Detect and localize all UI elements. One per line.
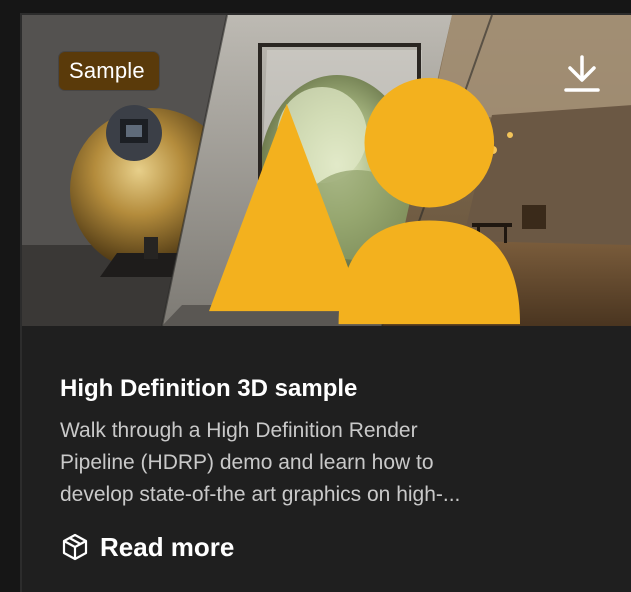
- sample-card[interactable]: Sample High Definition 3D sample Walk th…: [20, 13, 631, 592]
- description-line: develop state-of-the art graphics on hig…: [60, 483, 461, 506]
- read-more-link[interactable]: Read more: [60, 532, 234, 562]
- download-button[interactable]: [562, 53, 602, 95]
- sample-thumbnail[interactable]: Sample: [22, 15, 631, 326]
- download-icon: [564, 55, 600, 92]
- sample-badge-icon: [209, 77, 520, 325]
- card-title: High Definition 3D sample: [60, 375, 358, 402]
- sample-badge: Sample: [59, 52, 520, 325]
- page: Sample High Definition 3D sample Walk th…: [0, 0, 631, 592]
- card-description: Walk through a High Definition Render Pi…: [60, 415, 620, 511]
- description-line: Walk through a High Definition Render: [60, 419, 418, 442]
- package-icon: [62, 533, 88, 561]
- read-more-label: Read more: [100, 532, 235, 562]
- description-line: Pipeline (HDRP) demo and learn how to: [60, 451, 434, 474]
